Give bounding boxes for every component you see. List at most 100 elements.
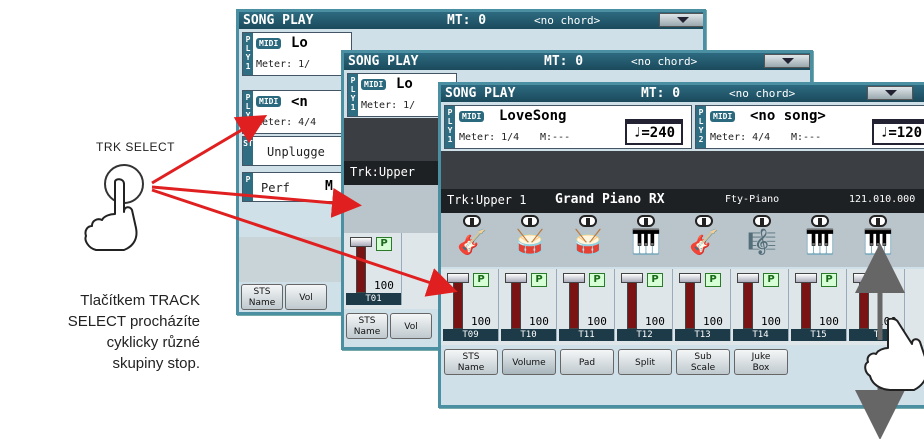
midi-badge: MIDI [459,111,485,122]
play-status-button[interactable]: P [473,273,489,287]
volume-fader[interactable] [511,279,521,329]
volume-fader[interactable] [627,279,637,329]
track-icon-cell[interactable]: 🎸 [677,213,731,256]
mixer-channel[interactable]: P 100 T11 [559,269,615,341]
tab-split[interactable]: Split [618,349,672,375]
volume-value: 100 [374,279,394,292]
play-status-button[interactable]: P [879,273,895,287]
tab-pad[interactable]: Pad [560,349,614,375]
trk-select-label: TRK SELECT [96,140,176,154]
fader-knob[interactable] [679,273,701,283]
volume-fader[interactable] [685,279,695,329]
mixer-channel[interactable]: P 100 T10 [501,269,557,341]
mute-button-icon[interactable] [637,215,655,227]
track-number: T14 [733,329,788,341]
track-icon-cell[interactable]: 🥁 [561,213,615,256]
fader-knob[interactable] [737,273,759,283]
measure-text: M:--- [791,132,822,143]
track-number: T12 [617,329,672,341]
track-number: T09 [443,329,498,341]
fader-knob[interactable] [447,273,469,283]
caption-line: Tlačítkem TRACK [80,292,200,309]
track-icon-cell[interactable]: 🎼 [735,213,789,256]
mixer-channel[interactable]: P 100 T15 [791,269,847,341]
caption-line: cyklicky různé [106,334,200,351]
play-status-button[interactable]: P [763,273,779,287]
fader-knob[interactable] [621,273,643,283]
header-mt: MT: 0 [641,86,681,101]
tab-sub-scale[interactable]: Sub Scale [676,349,730,375]
play-status-button[interactable]: P [647,273,663,287]
tab-sts-name[interactable]: STS Name [346,313,388,339]
fader-knob[interactable] [350,237,372,247]
sound-category: Fty-Piano [725,194,780,205]
volume-value: 100 [587,315,607,328]
performance-box[interactable]: P Perf M [242,172,352,202]
play-status-button[interactable]: P [705,273,721,287]
drum-kit-icon: 🥁 [573,228,603,256]
tab-volume[interactable]: Vol [390,313,432,339]
performance-tag: P [243,173,253,201]
player-2-box[interactable]: PLY2 MIDI <no song> Meter: 4/4 M:--- ♩=1… [695,105,924,149]
fader-knob[interactable] [853,273,875,283]
play-status-button[interactable]: P [589,273,605,287]
sound-name: Grand Piano RX [555,192,665,207]
menu-dropdown[interactable] [659,13,703,27]
mixer-channel[interactable]: P 100 T13 [675,269,731,341]
mixer-channel[interactable]: P 100 T01 [346,233,402,305]
mute-button-icon[interactable] [869,215,887,227]
header-chord: <no chord> [631,55,698,68]
song-name: LoveSong [499,108,567,124]
volume-fader[interactable] [356,243,366,293]
mute-button-icon[interactable] [811,215,829,227]
fader-knob[interactable] [563,273,585,283]
header-title: SONG PLAY [348,54,419,69]
track-icon-cell[interactable]: 🎹 [793,213,847,256]
fader-knob[interactable] [505,273,527,283]
player-1-box[interactable]: PLY1 MIDI LoveSong Meter: 1/4 M:--- ♩=24… [444,105,692,149]
menu-dropdown[interactable] [867,86,913,100]
track-icon-cell[interactable]: 🎹 [619,213,673,256]
status-area [441,151,924,189]
volume-value: 100 [761,315,781,328]
mixer-channel[interactable]: P 100 T12 [617,269,673,341]
play-status-button[interactable]: P [821,273,837,287]
volume-fader[interactable] [569,279,579,329]
menu-dropdown[interactable] [764,54,810,68]
meter-text: Meter: 1/ [361,100,416,111]
performance-value: M [325,179,333,194]
player-1-box[interactable]: PLY1 MIDI Lo Meter: 1/ [242,32,352,76]
track-icon-cell[interactable]: 🎹 [851,213,905,256]
tempo-display[interactable]: ♩=240 [625,119,683,145]
volume-value: 100 [645,315,665,328]
midi-badge: MIDI [710,111,736,122]
player-2-tag: PLY2 [696,106,706,148]
volume-fader[interactable] [453,279,463,329]
mute-button-icon[interactable] [579,215,597,227]
tab-sts-name[interactable]: STS Name [444,349,498,375]
mute-button-icon[interactable] [753,215,771,227]
pointing-hand-icon [84,178,138,251]
track-icon-cell[interactable]: 🎸 [445,213,499,256]
fader-knob[interactable] [795,273,817,283]
play-status-button[interactable]: P [531,273,547,287]
style-box[interactable]: ST Unplugge [242,136,352,166]
volume-fader[interactable] [801,279,811,329]
volume-fader[interactable] [743,279,753,329]
tempo-display[interactable]: ♩=120 [872,119,924,145]
mute-button-icon[interactable] [695,215,713,227]
play-status-button[interactable]: P [376,237,392,251]
mute-button-icon[interactable] [521,215,539,227]
tab-sts-name[interactable]: STS Name [241,284,283,310]
track-name: Trk:Upper [350,165,416,179]
mixer-channel[interactable]: P 100 T09 [443,269,499,341]
track-icon-cell[interactable]: 🥁 [503,213,557,256]
tab-juke-box[interactable]: Juke Box [734,349,788,375]
midi-badge: MIDI [256,38,282,49]
mute-button-icon[interactable] [463,215,481,227]
tab-volume[interactable]: Volume [502,349,556,375]
player-2-box[interactable]: PLY2 MIDI <n Meter: 4/4 [242,90,352,134]
tab-volume[interactable]: Vol [285,284,327,310]
mixer-channel[interactable]: P 100 T14 [733,269,789,341]
caption-line: skupiny stop. [112,355,200,372]
